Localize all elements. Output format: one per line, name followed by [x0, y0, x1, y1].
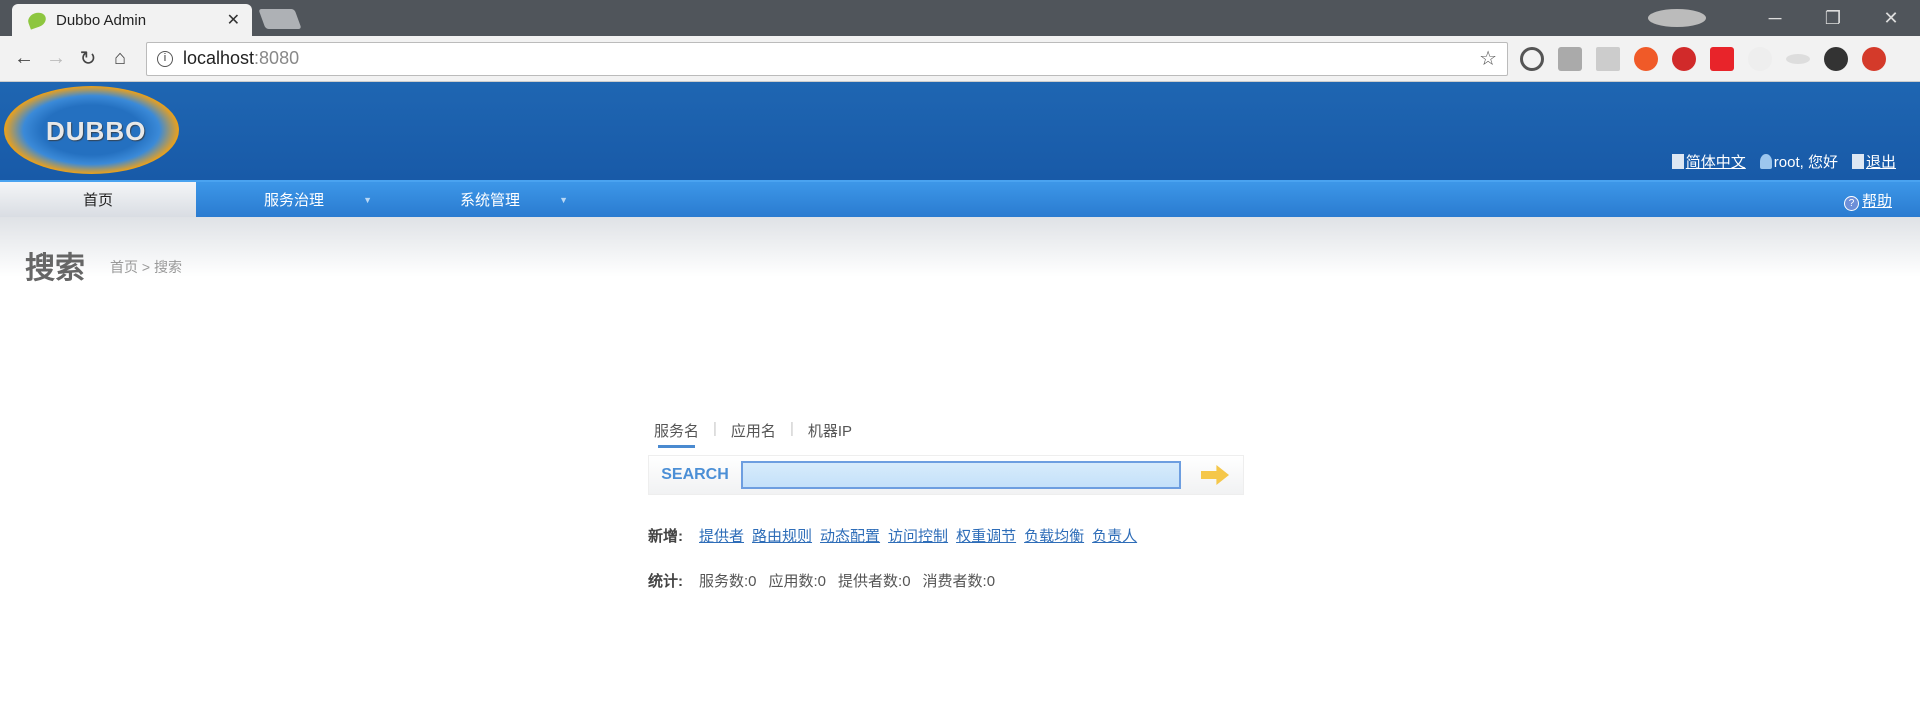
- user-icon: [1759, 154, 1772, 169]
- address-toolbar: ← → ↻ ⌂ i localhost:8080 ☆: [0, 36, 1920, 82]
- stats-label: 统计:: [648, 573, 683, 590]
- extension-layout-icon[interactable]: [1596, 46, 1620, 71]
- home-icon[interactable]: ⌂: [104, 47, 136, 70]
- add-owner-link[interactable]: 负责人: [1092, 525, 1137, 546]
- extension-fe-icon[interactable]: [1710, 46, 1734, 71]
- extension-sync-icon[interactable]: [1520, 46, 1544, 71]
- url-host: localhost: [183, 48, 255, 68]
- info-icon[interactable]: i: [157, 50, 173, 67]
- url-port: :8080: [254, 48, 300, 68]
- user-greeting: root, 您好: [1773, 154, 1838, 171]
- breadcrumb: 首页 > 搜索: [110, 259, 182, 275]
- browser-tab[interactable]: Dubbo Admin ✕: [12, 4, 252, 36]
- dropdown-arrow-icon: ▼: [363, 194, 372, 205]
- nav-item-service-governance[interactable]: 服务治理 ▼: [196, 182, 392, 217]
- add-provider-link[interactable]: 提供者: [699, 525, 744, 546]
- extension-infinity-icon[interactable]: [1634, 46, 1658, 71]
- close-window-icon[interactable]: ✕: [1862, 8, 1920, 29]
- logo-text: DUBBO: [46, 116, 147, 146]
- app-header: DUBBO 简体中文 root, 您好 退出: [0, 82, 1920, 180]
- profile-icon[interactable]: [1648, 9, 1706, 27]
- bookmark-star-icon[interactable]: ☆: [1479, 46, 1497, 71]
- extension-glasses-icon[interactable]: [1786, 53, 1810, 64]
- document-icon: [1671, 154, 1684, 169]
- close-tab-icon[interactable]: ✕: [227, 10, 240, 30]
- browser-tabbar: Dubbo Admin ✕ ─ ❐ ✕: [0, 0, 1920, 36]
- dubbo-logo[interactable]: DUBBO: [4, 86, 179, 174]
- language-link[interactable]: 简体中文: [1686, 154, 1746, 171]
- search-input[interactable]: [741, 461, 1181, 489]
- search-arrow-icon[interactable]: [1201, 465, 1229, 485]
- add-config-link[interactable]: 动态配置: [820, 525, 880, 546]
- help-icon: ?: [1843, 196, 1859, 211]
- logout-link[interactable]: 退出: [1866, 154, 1896, 171]
- search-tab-application[interactable]: 应用名: [731, 420, 776, 441]
- spring-leaf-icon: [26, 10, 48, 30]
- nav-item-system-management[interactable]: 系统管理 ▼: [392, 182, 588, 217]
- new-tab-button[interactable]: [258, 9, 302, 29]
- stat-consumers: 消费者数:0: [922, 573, 996, 590]
- nav-label: 系统管理: [459, 192, 520, 209]
- minimize-icon[interactable]: ─: [1746, 8, 1804, 29]
- url-bar[interactable]: i localhost:8080 ☆: [146, 41, 1508, 76]
- help-label: 帮助: [1861, 193, 1892, 210]
- restore-icon[interactable]: ❐: [1804, 8, 1862, 29]
- stat-providers: 提供者数:0: [838, 573, 911, 590]
- add-weight-link[interactable]: 权重调节: [956, 525, 1016, 546]
- tab-title: Dubbo Admin: [56, 11, 147, 29]
- search-panel: 服务名 | 应用名 | 机器IP SEARCH 新增: 提供者 路由规则 动态配置 …: [648, 420, 1244, 591]
- dropdown-arrow-icon: ▼: [559, 194, 568, 205]
- nav-item-home[interactable]: 首页: [0, 182, 196, 217]
- extension-pen-icon[interactable]: [1748, 46, 1772, 71]
- main-nav: 首页 服务治理 ▼ 系统管理 ▼ ? 帮助: [0, 180, 1920, 217]
- forward-icon[interactable]: →: [40, 47, 72, 70]
- search-tab-service[interactable]: 服务名: [654, 420, 699, 448]
- search-label: SEARCH: [661, 466, 729, 483]
- add-access-link[interactable]: 访问控制: [888, 525, 948, 546]
- extension-spiral-icon[interactable]: [1824, 46, 1848, 71]
- extension-reader-icon[interactable]: [1558, 46, 1582, 71]
- search-tab-ip[interactable]: 机器IP: [808, 420, 852, 441]
- page-title: 搜索: [25, 252, 85, 285]
- nav-label: 首页: [82, 192, 113, 209]
- page-title-band: 搜索 首页 > 搜索: [0, 217, 1920, 285]
- help-link[interactable]: ? 帮助: [1843, 190, 1892, 211]
- stat-applications: 应用数:0: [768, 573, 827, 590]
- door-icon: [1851, 154, 1864, 169]
- extension-upload-icon[interactable]: [1862, 46, 1886, 71]
- reload-icon[interactable]: ↻: [72, 46, 104, 71]
- back-icon[interactable]: ←: [8, 47, 40, 70]
- nav-label: 服务治理: [263, 192, 324, 209]
- add-route-link[interactable]: 路由规则: [752, 525, 812, 546]
- add-label: 新增:: [648, 528, 683, 545]
- add-loadbalance-link[interactable]: 负载均衡: [1024, 525, 1084, 546]
- stat-services: 服务数:0: [699, 573, 757, 590]
- extension-adblock-icon[interactable]: [1672, 46, 1696, 71]
